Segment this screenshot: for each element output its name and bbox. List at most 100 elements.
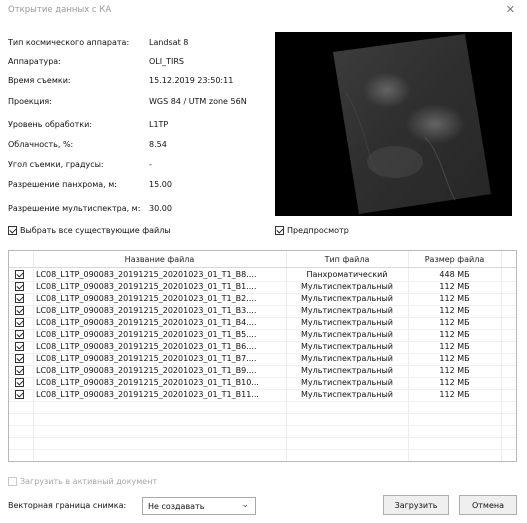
row-checkbox-cell[interactable] [15, 390, 24, 401]
close-icon[interactable]: ✕ [506, 3, 515, 16]
file-size-cell: 112 МБ [439, 294, 470, 303]
file-type-cell: Мультиспектральный [301, 354, 393, 363]
file-type-cell: Мультиспектральный [301, 318, 393, 327]
file-type-cell: Мультиспектральный [301, 330, 393, 339]
vector-border-select[interactable]: Не создавать ⌄ [142, 497, 256, 515]
row-checkbox-cell[interactable] [15, 306, 24, 317]
file-size-cell: 112 МБ [439, 366, 470, 375]
window-title: Открытие данных с КА [8, 5, 112, 15]
row-checkbox[interactable] [15, 390, 24, 399]
row-checkbox[interactable] [15, 378, 24, 387]
file-size-cell: 112 МБ [439, 354, 470, 363]
row-checkbox-cell[interactable] [15, 330, 24, 341]
row-checkbox[interactable] [15, 270, 24, 279]
select-all-checkbox[interactable] [8, 226, 17, 235]
row-checkbox-cell[interactable] [15, 342, 24, 353]
select-all-checkbox-row[interactable]: Выбрать все существующие файлы [8, 226, 171, 235]
file-type-cell: Мультиспектральный [301, 342, 393, 351]
file-name-cell: LC08_L1TP_090083_20191215_20201023_01_T1… [36, 282, 257, 291]
row-checkbox[interactable] [15, 318, 24, 327]
file-table: Название файла Тип файла Размер файла LC… [8, 250, 517, 462]
row-checkbox[interactable] [15, 306, 24, 315]
row-checkbox-cell[interactable] [15, 354, 24, 365]
row-checkbox[interactable] [15, 330, 24, 339]
file-type-cell: Мультиспектральный [301, 366, 393, 375]
info-label: Проекция: [8, 97, 52, 106]
row-checkbox[interactable] [15, 282, 24, 291]
file-name-cell: LC08_L1TP_090083_20191215_20201023_01_T1… [36, 366, 257, 375]
info-value: WGS 84 / UTM zone 56N [149, 97, 247, 106]
info-label: Аппаратура: [8, 57, 61, 66]
file-name-cell: LC08_L1TP_090083_20191215_20201023_01_T1… [36, 306, 257, 315]
info-value: 8.54 [149, 140, 167, 149]
table-row[interactable]: LC08_L1TP_090083_20191215_20201023_01_T1… [9, 353, 516, 365]
info-value: - [149, 160, 152, 169]
file-name-cell: LC08_L1TP_090083_20191215_20201023_01_T1… [36, 390, 259, 399]
row-checkbox-cell[interactable] [15, 282, 24, 293]
image-preview [275, 32, 512, 216]
table-row[interactable]: LC08_L1TP_090083_20191215_20201023_01_T1… [9, 329, 516, 341]
table-row[interactable]: LC08_L1TP_090083_20191215_20201023_01_T1… [9, 365, 516, 377]
file-name-cell: LC08_L1TP_090083_20191215_20201023_01_T1… [36, 342, 257, 351]
preview-label: Предпросмотр [287, 226, 349, 235]
file-size-cell: 112 МБ [439, 378, 470, 387]
file-type-cell: Мультиспектральный [301, 282, 393, 291]
file-size-cell: 112 МБ [439, 318, 470, 327]
info-value: OLI_TIRS [149, 57, 184, 66]
row-checkbox-cell[interactable] [15, 378, 24, 389]
column-header-type[interactable]: Тип файла [286, 255, 408, 264]
table-row[interactable]: LC08_L1TP_090083_20191215_20201023_01_T1… [9, 377, 516, 389]
file-type-cell: Мультиспектральный [301, 294, 393, 303]
file-type-cell: Мультиспектральный [301, 378, 393, 387]
vector-border-label: Векторная граница снимка: [8, 501, 127, 510]
row-checkbox[interactable] [15, 294, 24, 303]
row-checkbox[interactable] [15, 366, 24, 375]
info-value: 15.00 [149, 180, 172, 189]
info-value: 15.12.2019 23:50:11 [149, 76, 234, 85]
preview-checkbox[interactable] [275, 226, 284, 235]
file-name-cell: LC08_L1TP_090083_20191215_20201023_01_T1… [36, 270, 257, 279]
title-bar: Открытие данных с КА ✕ [0, 0, 527, 22]
file-name-cell: LC08_L1TP_090083_20191215_20201023_01_T1… [36, 330, 257, 339]
load-button[interactable]: Загрузить [383, 495, 449, 515]
row-checkbox-cell[interactable] [15, 318, 24, 329]
preview-checkbox-row[interactable]: Предпросмотр [275, 226, 349, 235]
table-row[interactable]: LC08_L1TP_090083_20191215_20201023_01_T1… [9, 305, 516, 317]
file-type-cell: Панхроматический [306, 270, 388, 279]
info-label: Угол съемки, градусы: [8, 160, 104, 169]
row-divider [9, 449, 516, 450]
row-divider [9, 425, 516, 426]
info-label: Разрешение панхрома, м: [8, 180, 117, 189]
info-value: L1TP [149, 120, 169, 129]
file-size-cell: 112 МБ [439, 342, 470, 351]
row-checkbox[interactable] [15, 342, 24, 351]
row-divider [9, 437, 516, 438]
table-row[interactable]: LC08_L1TP_090083_20191215_20201023_01_T1… [9, 269, 516, 281]
file-size-cell: 112 МБ [439, 306, 470, 315]
satellite-scene-image [275, 32, 512, 216]
table-row[interactable]: LC08_L1TP_090083_20191215_20201023_01_T1… [9, 341, 516, 353]
row-checkbox[interactable] [15, 354, 24, 363]
column-header-name[interactable]: Название файла [33, 255, 286, 264]
file-name-cell: LC08_L1TP_090083_20191215_20201023_01_T1… [36, 294, 257, 303]
row-checkbox-cell[interactable] [15, 366, 24, 377]
row-checkbox-cell[interactable] [15, 294, 24, 305]
file-size-cell: 112 МБ [439, 330, 470, 339]
file-type-cell: Мультиспектральный [301, 306, 393, 315]
column-header-size[interactable]: Размер файла [408, 255, 501, 264]
file-size-cell: 112 МБ [439, 282, 470, 291]
table-row[interactable]: LC08_L1TP_090083_20191215_20201023_01_T1… [9, 293, 516, 305]
info-label: Облачность, %: [8, 140, 74, 149]
file-name-cell: LC08_L1TP_090083_20191215_20201023_01_T1… [36, 354, 257, 363]
load-active-checkbox [8, 477, 17, 486]
info-value: Landsat 8 [149, 38, 189, 47]
vector-border-value: Не создавать [148, 502, 205, 511]
table-row[interactable]: LC08_L1TP_090083_20191215_20201023_01_T1… [9, 389, 516, 401]
row-checkbox-cell[interactable] [15, 270, 24, 281]
file-name-cell: LC08_L1TP_090083_20191215_20201023_01_T1… [36, 378, 259, 387]
table-row[interactable]: LC08_L1TP_090083_20191215_20201023_01_T1… [9, 281, 516, 293]
cancel-button[interactable]: Отмена [459, 495, 517, 515]
row-divider [9, 401, 516, 402]
file-name-cell: LC08_L1TP_090083_20191215_20201023_01_T1… [36, 318, 257, 327]
table-row[interactable]: LC08_L1TP_090083_20191215_20201023_01_T1… [9, 317, 516, 329]
